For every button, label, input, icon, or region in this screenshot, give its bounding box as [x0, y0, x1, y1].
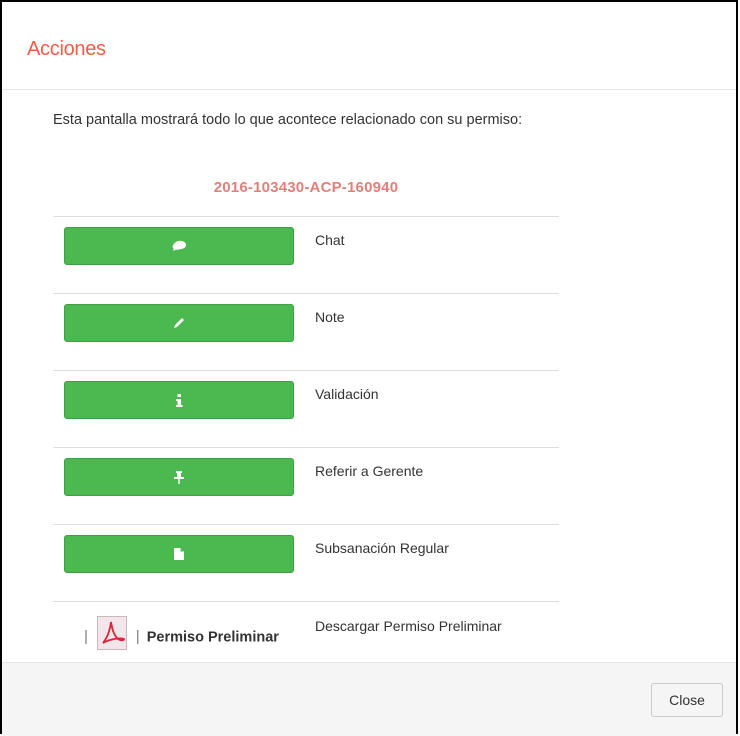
close-button[interactable]: Close — [651, 683, 723, 717]
action-label-note: Note — [307, 293, 559, 371]
action-row-chat: Chat — [53, 216, 559, 294]
action-row-referir: Referir a Gerente — [53, 447, 559, 525]
intro-text: Esta pantalla mostrará todo lo que acont… — [53, 112, 523, 128]
file-icon — [174, 548, 184, 560]
modal-footer: Close — [2, 662, 736, 736]
actions-table: Chat Note Validación Referir a Gerente S… — [53, 216, 559, 703]
permit-number: 2016-103430-ACP-160940 — [213, 179, 399, 196]
info-icon — [176, 393, 183, 407]
subsanacion-button[interactable] — [64, 535, 294, 573]
download-link-text[interactable]: Permiso Preliminar — [147, 629, 279, 645]
validacion-button[interactable] — [64, 381, 294, 419]
actions-modal: Acciones Esta pantalla mostrará todo lo … — [0, 0, 738, 736]
separator: | — [135, 629, 140, 646]
referir-gerente-button[interactable] — [64, 458, 294, 496]
separator: | — [84, 629, 88, 646]
note-button[interactable] — [64, 304, 294, 342]
pdf-icon[interactable] — [96, 616, 127, 659]
action-label-validacion: Validación — [307, 370, 559, 448]
action-row-note: Note — [53, 293, 559, 371]
action-label-subsanacion: Subsanación Regular — [307, 524, 559, 602]
pushpin-icon — [174, 470, 184, 484]
action-label-chat: Chat — [307, 216, 559, 294]
download-permit-link[interactable]: | | Permiso Preliminar — [53, 616, 307, 659]
action-row-validacion: Validación — [53, 370, 559, 448]
modal-header: Acciones — [2, 2, 736, 90]
comment-icon — [172, 240, 186, 251]
action-row-subsanacion: Subsanación Regular — [53, 524, 559, 602]
modal-body: Esta pantalla mostrará todo lo que acont… — [2, 90, 736, 703]
chat-button[interactable] — [64, 227, 294, 265]
action-label-referir: Referir a Gerente — [307, 447, 559, 525]
pencil-icon — [174, 318, 184, 328]
modal-title: Acciones — [27, 38, 106, 60]
